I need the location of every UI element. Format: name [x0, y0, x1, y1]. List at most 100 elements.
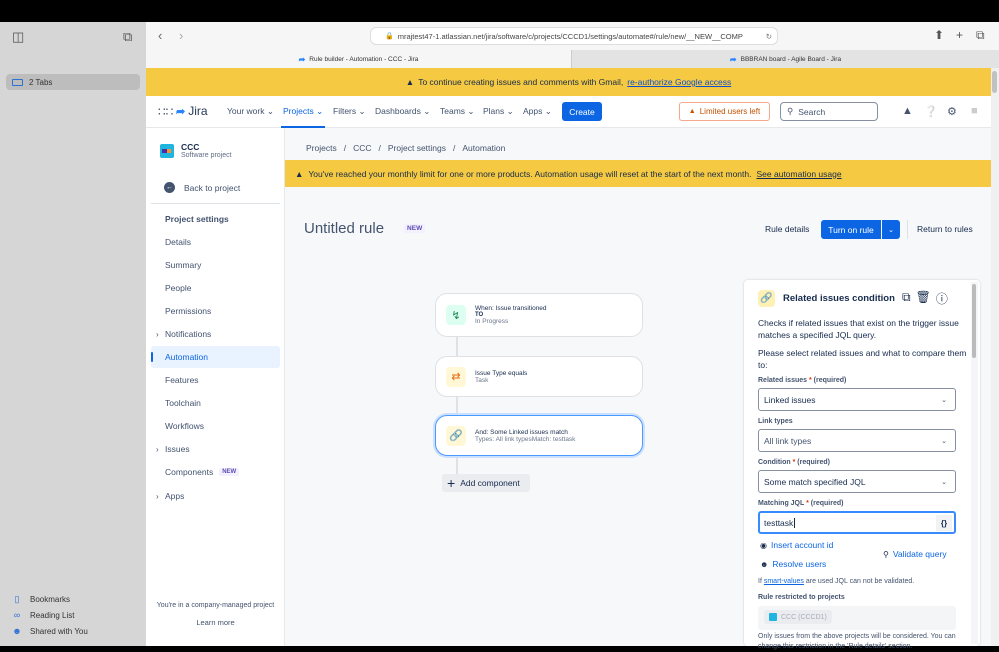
nav-your-work[interactable]: Your work ⌄ [227, 106, 274, 117]
new-tab-icon[interactable]: + [956, 28, 963, 42]
breadcrumb-ccc[interactable]: CCC [353, 143, 371, 153]
project-avatar [769, 613, 777, 621]
new-tab-group-icon[interactable]: ⧉ [123, 29, 132, 45]
nav-apps[interactable]: Apps ⌄ [523, 106, 552, 117]
breadcrumb-automation[interactable]: Automation [462, 143, 505, 153]
condition-select[interactable]: Some match specified JQL ⌄ [758, 470, 956, 493]
link-label: Insert account id [770, 540, 834, 550]
turn-on-dropdown-button[interactable]: ⌄ [882, 220, 900, 239]
tabs-group-item[interactable]: 2 Tabs [6, 74, 140, 90]
reauthorize-link[interactable]: re-authorize Google access [627, 77, 731, 87]
share-icon[interactable]: ⬆ [934, 28, 944, 42]
nav-label: Plans [483, 106, 505, 116]
sidebar-item-workflows[interactable]: Workflows [151, 415, 280, 437]
item-label: Apps [165, 491, 185, 501]
tab-title: BBBRAN board - Agile Board - Jira [740, 55, 842, 63]
jira-favicon: ➦ [298, 54, 306, 64]
nav-filters[interactable]: Filters ⌄ [333, 106, 366, 117]
item-label: Features [165, 375, 199, 385]
url-bar[interactable]: 🔒 mrajtest47-1.atlassian.net/jira/softwa… [370, 27, 778, 45]
tab-bbbran-board[interactable]: ➦ BBBRAN board - Agile Board - Jira [571, 50, 999, 68]
divider [151, 203, 280, 204]
return-to-rules-button[interactable]: Return to rules [917, 224, 973, 234]
panel-prompt: Please select related issues and what to… [758, 348, 967, 370]
jira-logo[interactable]: ➦ Jira [176, 104, 208, 118]
sidebar-toggle-icon[interactable]: ◫ [12, 29, 24, 45]
panel-actions: ⧉ 🗑 ⓘ [902, 290, 948, 307]
nav-projects[interactable]: Projects ⌄ [280, 106, 326, 128]
limited-users-button[interactable]: ▲ Limited users left [679, 102, 770, 121]
validate-query-link[interactable]: ⚲ Validate query [883, 549, 947, 559]
profile-avatar[interactable]: ■ [971, 105, 978, 117]
nav-teams[interactable]: Teams ⌄ [440, 106, 475, 117]
add-component-button[interactable]: + Add component [442, 474, 530, 492]
arrow-left-icon: ← [164, 182, 175, 193]
back-to-project-link[interactable]: ← Back to project [164, 182, 240, 193]
nav-dashboards[interactable]: Dashboards ⌄ [375, 106, 430, 117]
settings-gear-icon[interactable]: ⚙ [947, 105, 957, 118]
sidebar-item-summary[interactable]: Summary [151, 254, 280, 276]
tab-rule-builder[interactable]: ➦ Rule builder - Automation - CCC - Jira [146, 50, 571, 68]
sidebar-item-apps[interactable]: › Apps [151, 485, 280, 507]
page-scrollbar[interactable] [991, 68, 999, 646]
see-automation-usage-link[interactable]: See automation usage [757, 169, 842, 179]
scrollbar-thumb[interactable] [972, 284, 976, 358]
item-label: Permissions [165, 306, 212, 316]
resolve-users-link[interactable]: ☻ Resolve users [760, 559, 826, 569]
condition-card[interactable]: ⇄ Issue Type equals Task [435, 356, 643, 397]
forward-arrow-icon[interactable]: › [179, 28, 183, 43]
reload-icon[interactable]: ↻ [766, 32, 772, 41]
sidebar-item-toolchain[interactable]: Toolchain [151, 392, 280, 414]
shared-label: Shared with You [30, 626, 88, 636]
shared-with-you-item[interactable]: ☻ Shared with You [12, 626, 88, 636]
create-button[interactable]: Create [562, 102, 602, 121]
matching-jql-input[interactable]: testtask {} [758, 511, 956, 534]
sidebar-item-features[interactable]: Features [151, 369, 280, 391]
bookmarks-item[interactable]: ▯ Bookmarks [12, 594, 71, 605]
rule-title-text[interactable]: Untitled rule [304, 220, 384, 237]
back-arrow-icon[interactable]: ‹ [158, 28, 162, 43]
back-label: Back to project [184, 182, 241, 193]
insert-account-id-link[interactable]: ◉ Insert account id [760, 540, 833, 550]
sidebar-item-people[interactable]: People [151, 277, 280, 299]
automation-limit-banner: ▲ You've reached your monthly limit for … [285, 160, 991, 187]
jira-logo-text: Jira [188, 104, 208, 118]
notifications-icon[interactable]: ▲ [902, 105, 913, 117]
sidebar-item-issues[interactable]: › Issues [151, 438, 280, 460]
reading-list-item[interactable]: ∞ Reading List [12, 610, 75, 620]
tab-overview-icon[interactable]: ⧉ [976, 28, 985, 43]
rule-details-button[interactable]: Rule details [765, 224, 809, 234]
search-input[interactable]: ⚲ Search [780, 102, 878, 121]
breadcrumb-project-settings[interactable]: Project settings [388, 143, 446, 153]
copy-icon[interactable]: ⧉ [902, 290, 911, 307]
safari-sidebar: ◫ ⧉ 2 Tabs ▯ Bookmarks ∞ Reading List ☻ … [0, 22, 146, 646]
trigger-card[interactable]: ↯ When: Issue transitioned TO In Progres… [435, 293, 643, 337]
link-types-select[interactable]: All link types ⌄ [758, 429, 956, 452]
breadcrumb-projects[interactable]: Projects [306, 143, 337, 153]
sidebar-item-components[interactable]: Components NEW [151, 461, 280, 483]
trash-icon[interactable]: 🗑 [916, 290, 931, 307]
nav-label: Dashboards [375, 106, 421, 116]
related-issues-select[interactable]: Linked issues ⌄ [758, 388, 956, 411]
search-icon: ⚲ [787, 106, 794, 116]
tab-strip: ➦ Rule builder - Automation - CCC - Jira… [146, 50, 999, 68]
app-switcher-icon[interactable]: ∷∷ [158, 105, 173, 119]
help-icon[interactable]: ❔ [924, 105, 938, 118]
help-icon[interactable]: ⓘ [936, 290, 948, 307]
sidebar-item-permissions[interactable]: Permissions [151, 300, 280, 322]
select-value: Some match specified JQL [764, 476, 866, 487]
restricted-projects-field: CCC (CCCD1) [758, 606, 956, 630]
turn-on-rule-button[interactable]: Turn on rule [821, 220, 881, 239]
related-issues-card[interactable]: 🔗 And: Some Linked issues match Types: A… [435, 415, 643, 456]
sidebar-item-automation[interactable]: Automation [151, 346, 280, 368]
smart-value-button[interactable]: {} [936, 515, 952, 531]
nav-plans[interactable]: Plans ⌄ [483, 106, 514, 117]
breadcrumb: Projects / CCC / Project settings / Automat… [306, 143, 505, 153]
panel-scrollbar[interactable] [971, 282, 978, 644]
sidebar-item-notifications[interactable]: › Notifications [151, 323, 280, 345]
scrollbar-thumb[interactable] [992, 71, 997, 93]
smart-values-link[interactable]: smart-values [764, 578, 804, 585]
learn-more-link[interactable]: Learn more [146, 618, 285, 627]
card-title: Issue Type equals [475, 369, 528, 377]
sidebar-item-details[interactable]: Details [151, 231, 280, 253]
